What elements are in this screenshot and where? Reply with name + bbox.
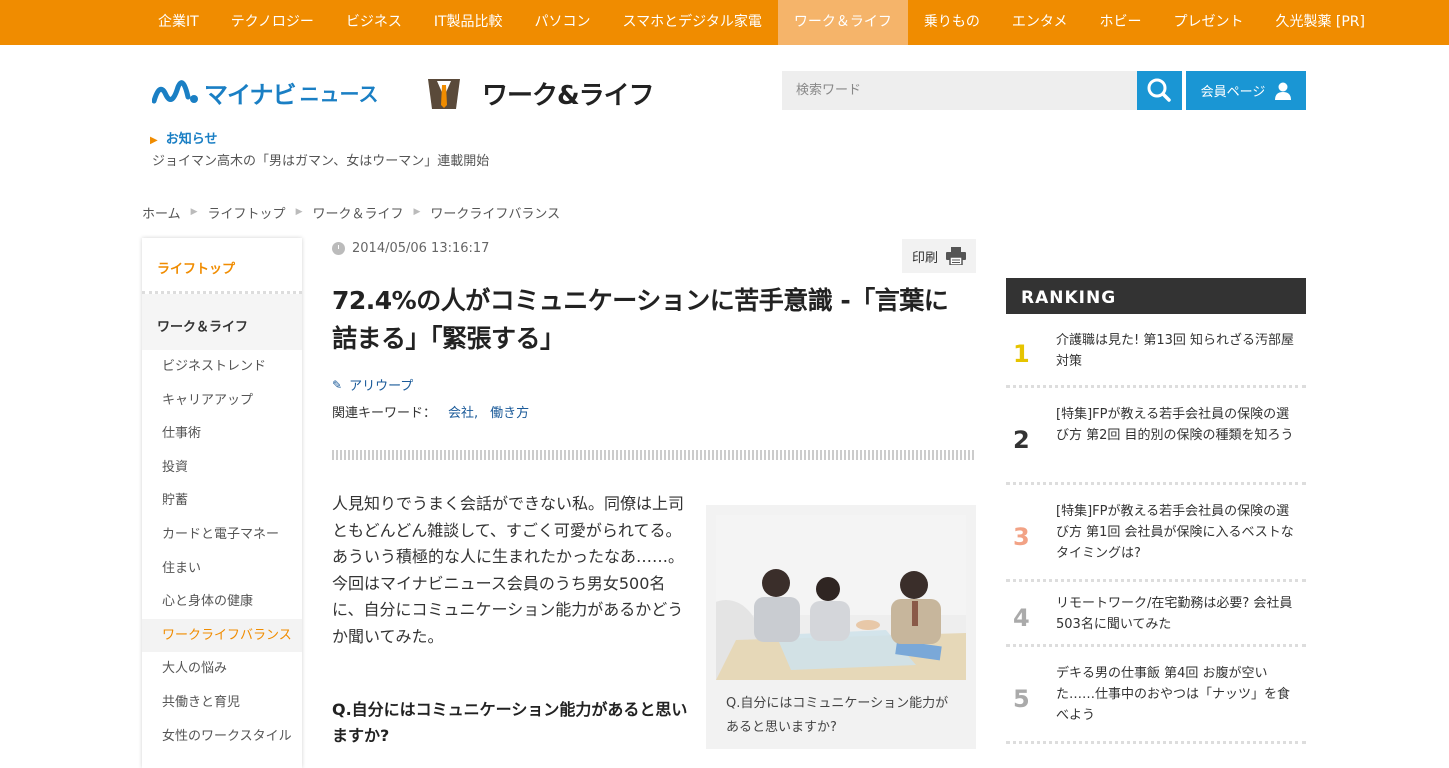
- user-icon: [1275, 82, 1292, 100]
- global-nav: 企業IT テクノロジー ビジネス IT製品比較 パソコン スマホとデジタル家電 ワーク＆ライ…: [0, 0, 1449, 45]
- breadcrumb-separator-icon: ▶: [190, 207, 198, 217]
- ranking-heading: RANKING: [1006, 278, 1306, 314]
- ranking-title: リモートワーク/在宅勤務は必要? 会社員503名に聞いてみた: [1056, 596, 1293, 632]
- figure-caption: Q.自分にはコミュニケーション能力があると思いますか?: [726, 696, 949, 735]
- ranking-number: 2: [1013, 426, 1030, 454]
- article-date-text: 2014/05/06 13:16:17: [352, 241, 490, 256]
- nav-item-0[interactable]: 企業IT: [142, 0, 215, 45]
- print-button[interactable]: 印刷: [902, 239, 976, 273]
- sidebar-item-2[interactable]: 仕事術: [142, 417, 302, 451]
- ranking-item-2[interactable]: 2 [特集]FPが教える若手会社員の保険の選び方 第2回 目的別の保険の種類を知ろ…: [1006, 388, 1306, 485]
- sidebar-item-4[interactable]: 貯蓄: [142, 484, 302, 518]
- article-question: Q.自分にはコミュニケーション能力があると思いますか?: [332, 700, 688, 745]
- nav-item-9[interactable]: ホビー: [1083, 0, 1157, 45]
- article-date: 2014/05/06 13:16:17: [332, 241, 489, 256]
- search-icon: [1147, 78, 1171, 102]
- sidebar-item-5[interactable]: カードと電子マネー: [142, 518, 302, 552]
- ranking-title: 介護職は見た! 第13回 知られざる汚部屋対策: [1056, 333, 1295, 369]
- nav-item-3[interactable]: IT製品比較: [418, 0, 519, 45]
- ranking-title: [特集]FPが教える若手会社員の保険の選び方 第2回 目的別の保険の種類を知ろう: [1056, 407, 1294, 443]
- notice-label-text: お知らせ: [165, 132, 218, 147]
- print-label: 印刷: [911, 250, 938, 266]
- keyword-link-1[interactable]: 働き方: [490, 406, 529, 421]
- ranking-number: 3: [1013, 523, 1030, 551]
- member-page-button[interactable]: 会員ページ: [1186, 71, 1306, 110]
- nav-item-5[interactable]: スマホとデジタル家電: [607, 0, 778, 45]
- notice-link[interactable]: ジョイマン高木の「男はガマン、女はウーマン」連載開始: [152, 150, 489, 169]
- sidebar-item-list: ビジネストレンド キャリアアップ 仕事術 投資 貯蓄 カードと電子マネー 住まい 心と身体の健…: [142, 350, 302, 753]
- sidebar-category[interactable]: ワーク＆ライフ: [142, 294, 302, 350]
- nav-item-2[interactable]: ビジネス: [330, 0, 418, 45]
- arrow-right-icon: ▶: [150, 135, 158, 146]
- breadcrumb: ホーム ▶ ライフトップ ▶ ワーク＆ライフ ▶ ワークライフバランス: [142, 203, 560, 222]
- ranking-number: 1: [1013, 340, 1030, 368]
- ranking-item-4[interactable]: 4 リモートワーク/在宅勤務は必要? 会社員503名に聞いてみた: [1006, 582, 1306, 647]
- keyword-link-0[interactable]: 会社,: [448, 406, 478, 421]
- sidebar-item-6[interactable]: 住まい: [142, 552, 302, 586]
- ranking-number: 4: [1013, 604, 1030, 632]
- sidebar-item-9[interactable]: 大人の悩み: [142, 652, 302, 686]
- related-keywords: 関連キーワード： 会社, 働き方: [332, 402, 529, 421]
- breadcrumb-item-1[interactable]: ライフトップ: [208, 203, 286, 222]
- sidebar-item-0[interactable]: ビジネストレンド: [142, 350, 302, 384]
- work-life-badge-icon: [428, 79, 460, 109]
- sidebar: ライフトップ ワーク＆ライフ ビジネストレンド キャリアアップ 仕事術 投資 貯蓄 カード…: [142, 238, 302, 768]
- mynavi-logo-mark-icon: [152, 80, 198, 104]
- breadcrumb-separator-icon: ▶: [413, 207, 421, 217]
- article-figure: Q.自分にはコミュニケーション能力があると思いますか?: [706, 505, 976, 749]
- breadcrumb-item-3[interactable]: ワークライフバランス: [430, 203, 560, 222]
- nav-item-8[interactable]: エンタメ: [996, 0, 1084, 45]
- sidebar-item-11[interactable]: 女性のワークスタイル: [142, 720, 302, 754]
- keywords-label: 関連キーワード：: [332, 406, 437, 421]
- search-input[interactable]: [782, 71, 1137, 110]
- ranking-item-3[interactable]: 3 [特集]FPが教える若手会社員の保険の選び方 第1回 会社員が保険に入るベスト…: [1006, 485, 1306, 582]
- author-name: アリウープ: [349, 379, 414, 394]
- article-title: 72.4%の人がコミュニケーションに苦手意識 -「言葉に詰まる」「緊張する」: [332, 286, 949, 353]
- clock-icon: [332, 242, 345, 255]
- sidebar-item-1[interactable]: キャリアアップ: [142, 384, 302, 418]
- breadcrumb-separator-icon: ▶: [295, 207, 303, 217]
- breadcrumb-item-2[interactable]: ワーク＆ライフ: [312, 203, 403, 222]
- nav-item-1[interactable]: テクノロジー: [215, 0, 330, 45]
- nav-item-6[interactable]: ワーク＆ライフ: [777, 0, 908, 45]
- search-button[interactable]: [1137, 71, 1182, 110]
- site-logo[interactable]: マイナビ ニュース: [152, 74, 379, 110]
- logo-main-text: マイナビ: [204, 80, 297, 109]
- article-body: 人見知りでうまく会話ができない私。同僚は上司ともどんどん雑談して、すごく可愛がら…: [332, 494, 685, 646]
- sidebar-item-8[interactable]: ワークライフバランス: [142, 618, 302, 653]
- printer-icon: [946, 247, 966, 265]
- breadcrumb-item-0[interactable]: ホーム: [142, 203, 181, 222]
- ranking-title: [特集]FPが教える若手会社員の保険の選び方 第1回 会社員が保険に入るベストな…: [1056, 504, 1294, 561]
- nav-item-11[interactable]: 久光製薬 [PR]: [1259, 0, 1381, 45]
- sidebar-item-7[interactable]: 心と身体の健康: [142, 585, 302, 619]
- notice-label: ▶ お知らせ: [150, 128, 217, 147]
- ranking-item-5[interactable]: 5 デキる男の仕事飯 第4回 お腹が空いた……仕事中のおやつは「ナッツ」を食べよう: [1006, 647, 1306, 744]
- keyword-list: 会社, 働き方: [436, 406, 529, 421]
- article-divider: [332, 450, 975, 460]
- logo-sub-text: ニュース: [299, 81, 379, 106]
- ranking-item-1[interactable]: 1 介護職は見た! 第13回 知られざる汚部屋対策: [1006, 314, 1306, 388]
- sidebar-life-top[interactable]: ライフトップ: [142, 238, 302, 294]
- sidebar-item-3[interactable]: 投資: [142, 451, 302, 485]
- business-meeting-photo[interactable]: [716, 515, 966, 680]
- section-logo-text: ワーク&ライフ: [482, 80, 655, 111]
- global-nav-list: 企業IT テクノロジー ビジネス IT製品比較 パソコン スマホとデジタル家電 ワーク＆ライ…: [142, 0, 1381, 45]
- ranking-title: デキる男の仕事飯 第4回 お腹が空いた……仕事中のおやつは「ナッツ」を食べよう: [1056, 666, 1291, 723]
- ranking-list: 1 介護職は見た! 第13回 知られざる汚部屋対策 2 [特集]FPが教える若手会社員…: [1006, 314, 1306, 744]
- nav-item-7[interactable]: 乗りもの: [908, 0, 996, 45]
- nav-item-10[interactable]: プレゼント: [1157, 0, 1259, 45]
- section-logo[interactable]: ワーク&ライフ: [426, 74, 655, 112]
- sidebar-item-10[interactable]: 共働きと育児: [142, 686, 302, 720]
- member-page-label: 会員ページ: [1200, 85, 1266, 100]
- pencil-icon: ✎: [332, 377, 343, 392]
- nav-item-4[interactable]: パソコン: [519, 0, 607, 45]
- ranking-number: 5: [1013, 685, 1030, 713]
- article-author[interactable]: ✎ アリウープ: [332, 375, 414, 395]
